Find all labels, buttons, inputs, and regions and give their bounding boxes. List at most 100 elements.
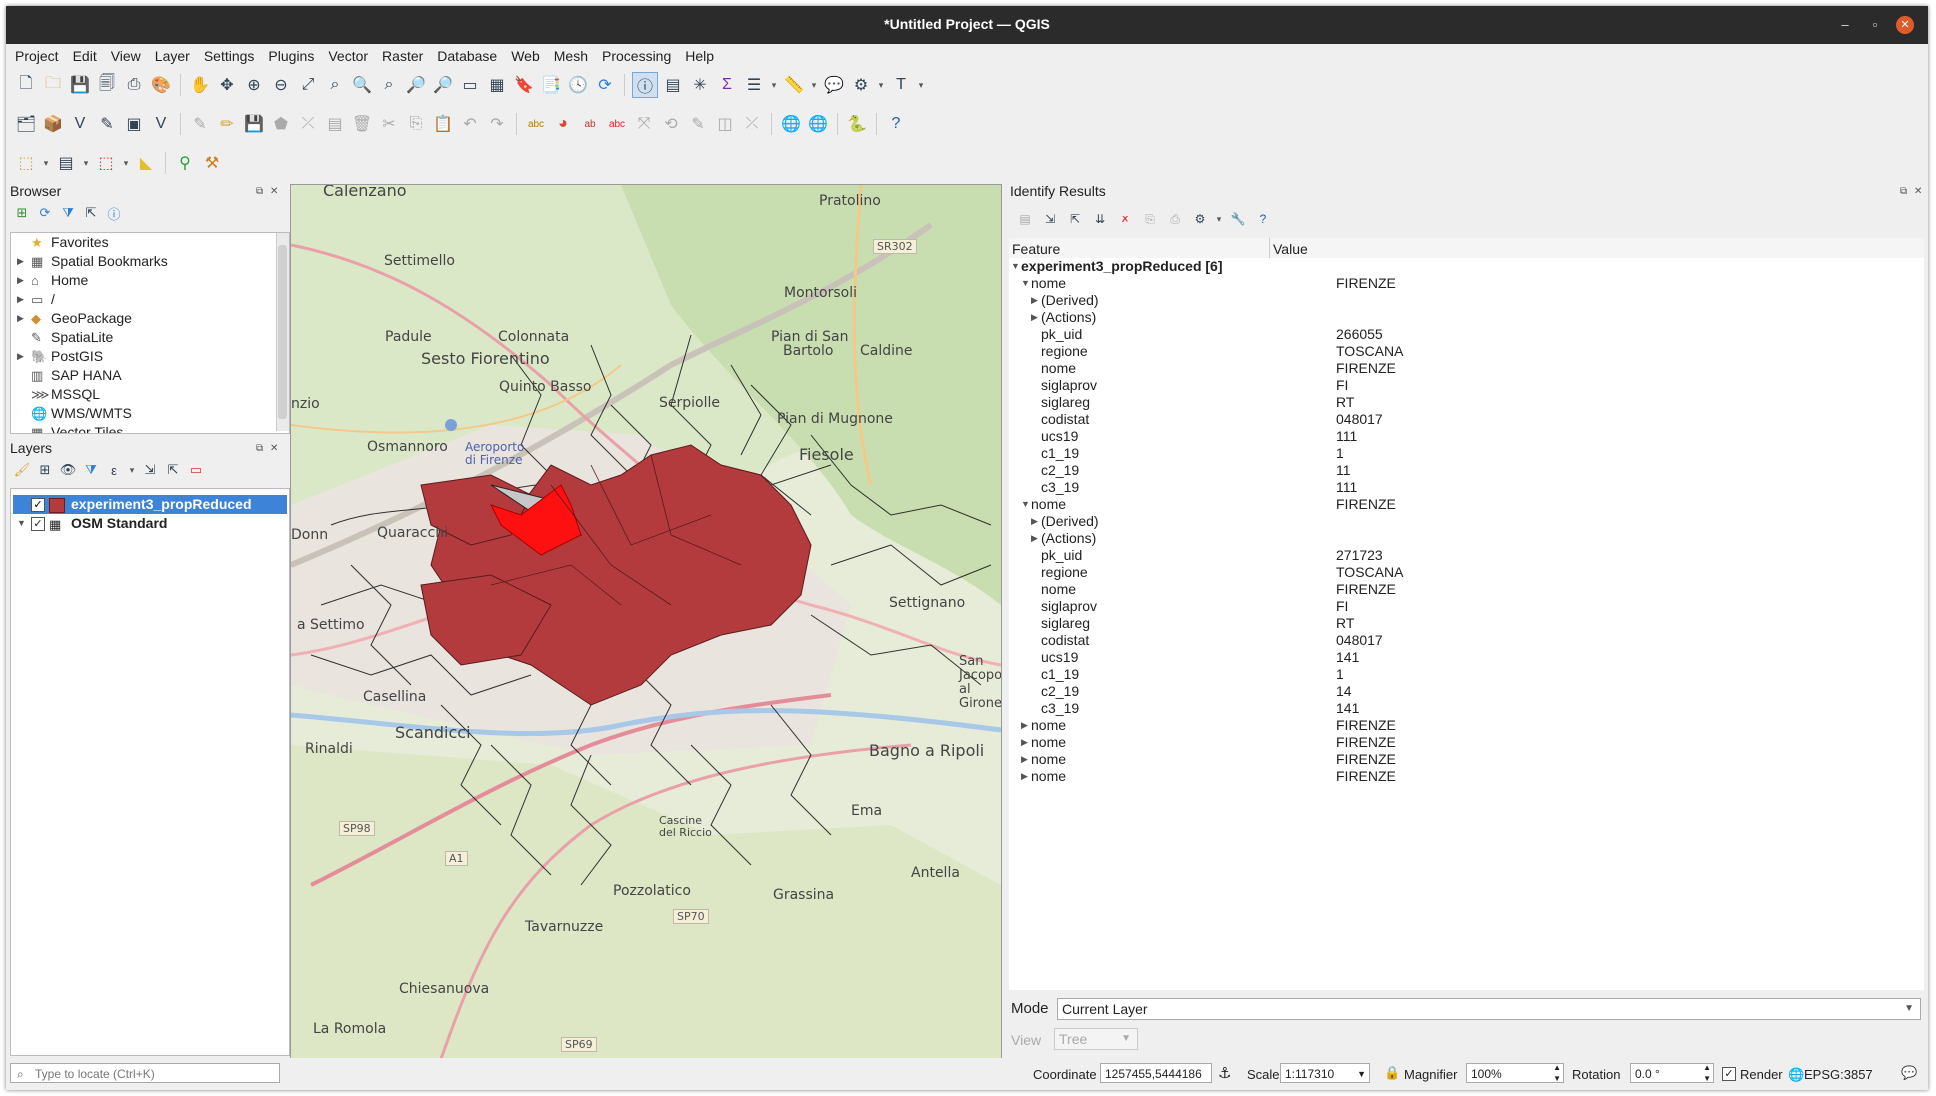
identify-attribute-row[interactable]: ▶ (Derived)	[1009, 513, 1924, 530]
expand-tree-icon[interactable]: ⇲	[1039, 209, 1061, 229]
identify-attribute-row[interactable]: ▶ (Actions)	[1009, 530, 1924, 547]
browser-item[interactable]: ▦ Vector Tiles	[11, 423, 289, 433]
add-selected-layers-icon[interactable]: ⊞	[12, 203, 32, 223]
rotation-spinbox[interactable]: 0.0 ° ▲ ▼	[1630, 1063, 1714, 1083]
redo-icon[interactable]: ↷	[485, 112, 509, 136]
help-icon[interactable]: ?	[1252, 209, 1274, 229]
pan-icon[interactable]: ✋	[188, 73, 212, 97]
pin-labels-icon[interactable]: ab	[578, 112, 602, 136]
identify-attribute-row[interactable]: siglareg RT	[1009, 615, 1924, 632]
identify-feature-row[interactable]: ▶ nome FIRENZE	[1009, 768, 1924, 785]
statistics-icon[interactable]: Σ	[715, 73, 739, 97]
collapse-tree-icon[interactable]: ⇱	[1064, 209, 1086, 229]
identify-attribute-row[interactable]: siglareg RT	[1009, 394, 1924, 411]
label-props-icon[interactable]: ⤫	[740, 112, 764, 136]
change-label-icon[interactable]: ✎	[686, 112, 710, 136]
identify-attribute-row[interactable]: ucs19 111	[1009, 428, 1924, 445]
chevron-right-icon[interactable]: ▶	[1031, 309, 1038, 326]
browser-item[interactable]: ▶ ▦ Spatial Bookmarks	[11, 252, 289, 271]
render-checkbox[interactable]: ✓	[1722, 1067, 1736, 1081]
new-project-icon[interactable]: 🗋	[14, 73, 38, 97]
copy-features-icon[interactable]: ⎘	[404, 112, 428, 136]
identify-feature-row[interactable]: ▼ nome FIRENZE	[1009, 496, 1924, 513]
pan-to-selection-icon[interactable]: ✥	[215, 73, 239, 97]
identify-attribute-row[interactable]: codistat 048017	[1009, 411, 1924, 428]
save-edits-icon[interactable]: 💾	[242, 112, 266, 136]
new-virtual-layer-icon[interactable]: V	[149, 112, 173, 136]
new-bookmark-icon[interactable]: 🔖	[512, 73, 536, 97]
text-annotation-icon[interactable]: T	[889, 73, 913, 97]
save-as-icon[interactable]: 🗐	[95, 73, 119, 97]
chevron-right-icon[interactable]: ▶	[1031, 513, 1038, 530]
coordinate-field[interactable]: 1257455,5444186	[1100, 1063, 1212, 1083]
processing-toolbox-icon[interactable]: ⚲	[173, 151, 197, 175]
help-icon[interactable]: ?	[884, 112, 908, 136]
new-map-view-icon[interactable]: ▭	[458, 73, 482, 97]
identify-attribute-row[interactable]: siglaprov FI	[1009, 377, 1924, 394]
float-panel-icon[interactable]: ⧉	[256, 443, 263, 454]
new-3d-view-icon[interactable]: ▦	[485, 73, 509, 97]
identify-attribute-row[interactable]: pk_uid 266055	[1009, 326, 1924, 343]
identify-layer-row[interactable]: ▼ experiment3_propReduced [6]	[1009, 258, 1924, 275]
menu-processing[interactable]: Processing	[593, 44, 676, 64]
identify-attribute-row[interactable]: ▶ (Actions)	[1009, 309, 1924, 326]
measure-line-icon[interactable]: 📏	[782, 73, 806, 97]
menu-raster[interactable]: Raster	[373, 44, 428, 64]
identify-attribute-row[interactable]: regione TOSCANA	[1009, 343, 1924, 360]
identify-attribute-row[interactable]: codistat 048017	[1009, 632, 1924, 649]
identify-attribute-row[interactable]: c1_19 1	[1009, 445, 1924, 462]
close-panel-icon[interactable]: ✕	[1914, 186, 1922, 197]
menu-web[interactable]: Web	[502, 44, 545, 64]
expand-new-icon[interactable]: ⇊	[1089, 209, 1111, 229]
map-tips-icon[interactable]: 💬	[822, 73, 846, 97]
layer-checkbox[interactable]: ✓	[31, 498, 45, 512]
menu-help[interactable]: Help	[676, 44, 719, 64]
value-column-header[interactable]: Value	[1273, 241, 1308, 257]
zoom-layer-icon[interactable]: 🔍	[350, 73, 374, 97]
magnifier-spinbox[interactable]: 100% ▲ ▼	[1466, 1063, 1564, 1083]
filter-expression-icon[interactable]: ε	[104, 460, 124, 480]
chevron-down-icon[interactable]: ▾	[121, 151, 131, 175]
identify-feature-row[interactable]: ▶ nome FIRENZE	[1009, 717, 1924, 734]
layer-styling-icon[interactable]: 🖌	[12, 460, 32, 480]
menu-project[interactable]: Project	[6, 44, 64, 64]
chevron-right-icon[interactable]: ▶	[1021, 717, 1028, 734]
remove-layer-icon[interactable]: ▭	[186, 460, 206, 480]
chevron-right-icon[interactable]: ▶	[17, 290, 24, 309]
layer-item-osm[interactable]: ▼ ✓ ▦ OSM Standard	[13, 514, 287, 533]
new-shapefile-icon[interactable]: V	[68, 112, 92, 136]
print-layout-icon[interactable]: ⎙	[122, 73, 146, 97]
identify-attribute-row[interactable]: c1_19 1	[1009, 666, 1924, 683]
temporal-controller-icon[interactable]: 🕓	[566, 73, 590, 97]
paste-features-icon[interactable]: 📋	[431, 112, 455, 136]
browser-scrollbar[interactable]	[276, 233, 289, 431]
identify-attribute-row[interactable]: nome FIRENZE	[1009, 581, 1924, 598]
attribute-table-icon[interactable]: ▤	[661, 73, 685, 97]
browser-item[interactable]: ▶ ⌂ Home	[11, 271, 289, 290]
close-button[interactable]: ✕	[1896, 16, 1914, 34]
map-canvas[interactable]: Calenzano Pratolino SR302 Settimello Mon…	[290, 184, 1002, 1060]
chevron-down-icon[interactable]: ▼	[1011, 258, 1020, 275]
feature-column-header[interactable]: Feature	[1012, 241, 1060, 257]
chevron-down-icon[interactable]: ▾	[1214, 207, 1224, 231]
rotate-label-icon[interactable]: ⟲	[659, 112, 683, 136]
identify-attribute-row[interactable]: ▶ (Derived)	[1009, 292, 1924, 309]
identify-attribute-row[interactable]: regione TOSCANA	[1009, 564, 1924, 581]
style-manager-icon[interactable]: 🎨	[149, 73, 173, 97]
browser-item[interactable]: ▶ 🐘 PostGIS	[11, 347, 289, 366]
menu-mesh[interactable]: Mesh	[545, 44, 593, 64]
manage-themes-icon[interactable]: 👁	[58, 460, 78, 480]
layer-checkbox[interactable]: ✓	[31, 517, 45, 531]
new-spatialite-icon[interactable]: ✎	[95, 112, 119, 136]
show-hide-labels-icon[interactable]: ◫	[713, 112, 737, 136]
properties-info-icon[interactable]: ⓘ	[104, 203, 124, 223]
view-select[interactable]: Tree ▼	[1054, 1028, 1138, 1050]
layer-item-experiment3[interactable]: ✓ experiment3_propReduced	[13, 495, 287, 514]
zoom-native-icon[interactable]: ⌕	[377, 73, 401, 97]
identify-attribute-row[interactable]: pk_uid 271723	[1009, 547, 1924, 564]
highlight-labels-icon[interactable]: abc	[605, 112, 629, 136]
identify-feature-row[interactable]: ▶ nome FIRENZE	[1009, 751, 1924, 768]
copy-feature-icon[interactable]: ⎘	[1139, 209, 1161, 229]
menu-database[interactable]: Database	[428, 44, 502, 64]
lock-scale-icon[interactable]: 🔒	[1384, 1065, 1400, 1081]
